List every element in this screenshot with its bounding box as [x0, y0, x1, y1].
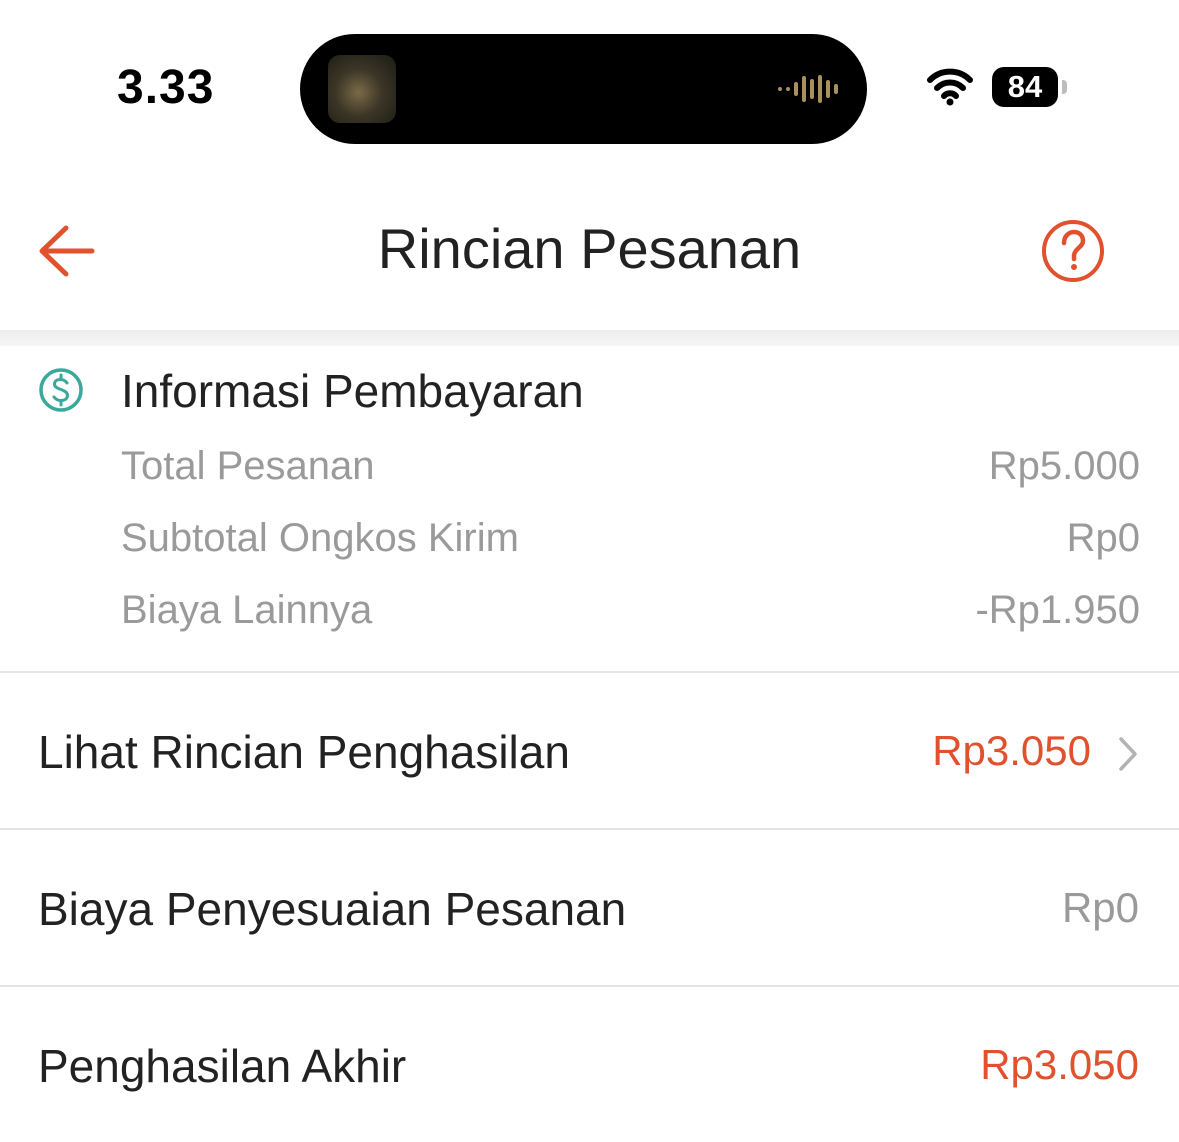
detail-row-shipping-subtotal: Subtotal Ongkos Kirim Rp0 [121, 516, 1140, 566]
income-details-label: Lihat Rincian Penghasilan [38, 726, 570, 778]
detail-row-other-fees: Biaya Lainnya -Rp1.950 [121, 588, 1140, 638]
page-title: Rincian Pesanan [377, 217, 802, 280]
payment-info-section: Informasi Pembayaran Total Pesanan Rp5.0… [0, 346, 1179, 672]
help-button[interactable] [1040, 218, 1106, 284]
income-details-value: Rp3.050 [932, 727, 1091, 774]
now-playing-artwork [328, 55, 396, 123]
section-title: Informasi Pembayaran [121, 365, 584, 417]
wifi-icon [927, 68, 973, 106]
detail-label: Biaya Lainnya [121, 588, 373, 632]
battery-tip [1062, 80, 1067, 94]
detail-label: Subtotal Ongkos Kirim [121, 516, 519, 560]
adjustment-fee-label: Biaya Penyesuaian Pesanan [38, 883, 627, 935]
status-time: 3.33 [117, 61, 215, 114]
final-income-label: Penghasilan Akhir [38, 1040, 407, 1092]
final-income-row: Penghasilan Akhir Rp3.050 [0, 987, 1179, 1142]
detail-value: Rp0 [1066, 516, 1140, 560]
nav-header: Rincian Pesanan [0, 170, 1179, 330]
dynamic-island[interactable] [300, 34, 867, 144]
chevron-right-icon [1119, 737, 1137, 771]
income-details-row[interactable]: Lihat Rincian Penghasilan Rp3.050 [0, 673, 1179, 828]
detail-value: -Rp1.950 [975, 588, 1140, 632]
adjustment-fee-row: Biaya Penyesuaian Pesanan Rp0 [0, 830, 1179, 985]
battery-icon: 84 [992, 67, 1058, 107]
adjustment-fee-value: Rp0 [1061, 884, 1139, 931]
battery-level: 84 [1007, 69, 1043, 104]
now-playing-waveform-icon [778, 75, 838, 103]
detail-value: Rp5.000 [988, 444, 1140, 488]
question-circle-icon [1042, 220, 1104, 282]
status-bar: 3.33 84 [0, 0, 1179, 170]
detail-label: Total Pesanan [121, 444, 375, 488]
header-shadow [0, 330, 1179, 346]
detail-row-total-order: Total Pesanan Rp5.000 [121, 444, 1140, 494]
dollar-circle-icon [39, 368, 83, 412]
final-income-value: Rp3.050 [980, 1041, 1139, 1088]
